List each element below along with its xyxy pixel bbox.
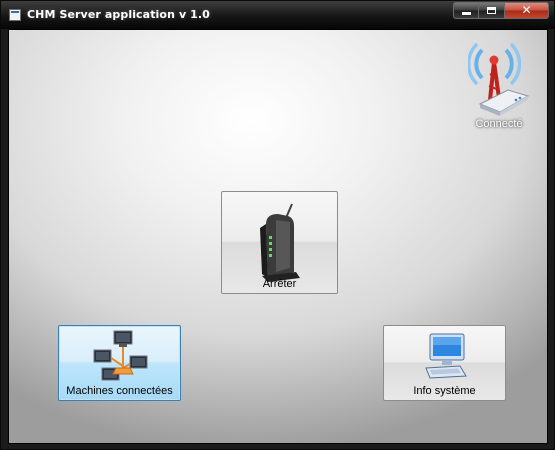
router-signal-icon bbox=[468, 42, 530, 116]
window-controls: ✕ bbox=[453, 2, 549, 20]
close-icon: ✕ bbox=[521, 3, 532, 17]
stop-button-label: Arrêter bbox=[262, 278, 297, 290]
window-title: CHM Server application v 1.0 bbox=[27, 8, 210, 21]
minimize-icon bbox=[461, 12, 471, 15]
connection-status: Connecté bbox=[459, 38, 539, 130]
close-button[interactable]: ✕ bbox=[505, 2, 549, 19]
connected-machines-button-label: Machines connectées bbox=[66, 385, 173, 397]
computer-icon bbox=[424, 333, 467, 379]
maximize-button[interactable] bbox=[479, 2, 505, 19]
minimize-button[interactable] bbox=[453, 2, 479, 19]
app-window: CHM Server application v 1.0 ✕ Connecté … bbox=[0, 0, 555, 450]
stop-button[interactable]: Arrêter bbox=[221, 191, 338, 294]
modem-icon bbox=[259, 203, 300, 282]
main-panel: Connecté Arrêter Machines connectées Inf… bbox=[8, 29, 548, 444]
system-info-button-label: Info système bbox=[413, 385, 476, 397]
connected-machines-button[interactable]: Machines connectées bbox=[58, 325, 181, 401]
connection-status-label: Connecté bbox=[475, 118, 523, 130]
maximize-icon bbox=[487, 7, 496, 14]
network-computers-icon bbox=[93, 330, 147, 381]
title-bar[interactable]: CHM Server application v 1.0 ✕ bbox=[1, 1, 554, 29]
app-icon[interactable] bbox=[9, 9, 21, 21]
system-info-button[interactable]: Info système bbox=[383, 325, 506, 401]
